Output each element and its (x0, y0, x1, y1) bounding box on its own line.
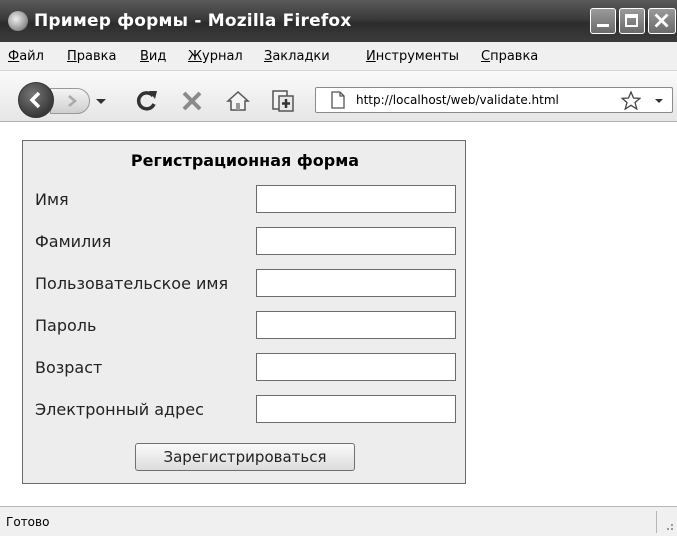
minimize-button[interactable] (590, 8, 616, 34)
username-input[interactable] (256, 269, 456, 297)
status-text: Готово (6, 515, 50, 529)
close-button[interactable] (648, 8, 676, 34)
first-name-label: Имя (35, 190, 69, 209)
reload-icon[interactable] (134, 88, 160, 114)
url-dropdown-icon[interactable] (653, 95, 665, 107)
register-button[interactable]: Зарегистрироваться (135, 443, 355, 471)
browser-window: Пример формы - Mozilla Firefox Файл Прав… (0, 0, 677, 536)
maximize-icon (625, 14, 638, 27)
password-input[interactable] (256, 311, 456, 339)
menu-bookmarks[interactable]: Закладки (264, 49, 330, 64)
minimize-icon (597, 24, 609, 27)
menu-help[interactable]: Справка (481, 49, 538, 64)
menu-view[interactable]: Вид (140, 49, 166, 64)
url-text[interactable]: http://localhost/web/validate.html (356, 93, 559, 107)
status-divider (656, 511, 657, 533)
maximize-button[interactable] (619, 8, 645, 34)
stop-icon[interactable] (180, 89, 204, 113)
registration-form: Регистрационная форма Имя Фамилия Пользо… (22, 140, 466, 484)
status-bar: Готово (0, 506, 677, 536)
age-label: Возраст (35, 358, 103, 377)
firefox-logo-icon (8, 11, 28, 31)
menu-history[interactable]: Журнал (188, 49, 243, 64)
form-title: Регистрационная форма (130, 151, 360, 170)
email-label: Электронный адрес (35, 400, 204, 419)
history-dropdown-icon[interactable] (94, 94, 108, 108)
password-label: Пароль (35, 316, 97, 335)
forward-button[interactable] (50, 88, 90, 114)
resize-grip-icon[interactable] (662, 519, 674, 531)
back-button[interactable] (18, 82, 54, 118)
close-icon (654, 13, 669, 28)
star-icon[interactable] (621, 91, 641, 110)
email-input[interactable] (256, 395, 456, 423)
age-input[interactable] (256, 353, 456, 381)
last-name-label: Фамилия (35, 232, 112, 251)
forward-icon (68, 95, 77, 107)
menu-edit[interactable]: Правка (67, 49, 116, 64)
last-name-input[interactable] (256, 227, 456, 255)
page-icon (331, 91, 345, 109)
back-icon (29, 91, 41, 109)
bookmark-page-icon[interactable] (270, 88, 298, 114)
url-bar[interactable]: http://localhost/web/validate.html (315, 87, 673, 113)
home-icon[interactable] (226, 89, 250, 113)
window-title: Пример формы - Mozilla Firefox (34, 11, 352, 31)
first-name-input[interactable] (256, 185, 456, 213)
title-bar[interactable]: Пример формы - Mozilla Firefox (0, 0, 677, 42)
menu-tools[interactable]: Инструменты (366, 49, 459, 64)
menu-file[interactable]: Файл (8, 49, 44, 64)
username-label: Пользовательское имя (35, 274, 229, 293)
menu-bar: Файл Правка Вид Журнал Закладки Инструме… (0, 42, 677, 71)
